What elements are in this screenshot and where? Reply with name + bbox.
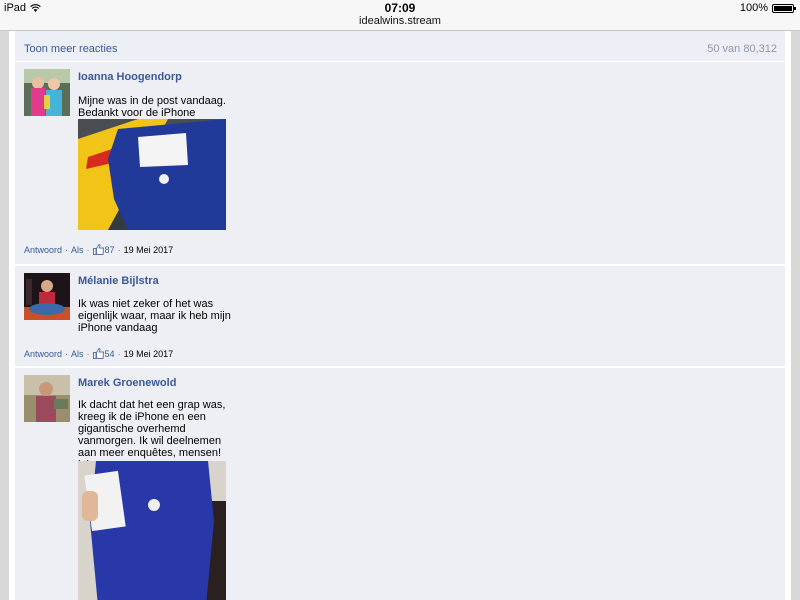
comment-text: Mijne was in de post vandaag. Bedankt vo…	[78, 95, 226, 119]
battery-icon	[772, 3, 796, 13]
like-link[interactable]: Als	[71, 245, 84, 255]
separator-dot: ·	[65, 348, 69, 359]
thumbs-up-icon	[92, 348, 104, 359]
battery-fill	[774, 5, 792, 11]
thumbs-up-icon	[92, 244, 104, 255]
comment-item: Ioanna Hoogendorp Mijne was in de post v…	[15, 62, 785, 266]
comment-actions: Antwoord · Als · 54 · 19 Mei 2017	[24, 348, 173, 359]
separator-dot: ·	[86, 244, 90, 255]
like-link[interactable]: Als	[71, 349, 84, 359]
comment-author[interactable]: Mélanie Bijlstra	[78, 275, 159, 287]
avatar[interactable]	[24, 375, 70, 422]
battery-percent: 100%	[739, 2, 768, 14]
separator-dot: ·	[117, 244, 121, 255]
page-content: Toon meer reacties 50 van 80,312 Ioanna …	[9, 31, 791, 600]
comment-photo[interactable]	[78, 119, 226, 230]
comments-header: Toon meer reacties 50 van 80,312	[15, 31, 785, 62]
like-count: 87	[104, 244, 115, 255]
separator-dot: ·	[117, 348, 121, 359]
comment-item: Mélanie Bijlstra Ik was niet zeker of he…	[15, 266, 785, 368]
reply-link[interactable]: Antwoord	[24, 349, 62, 359]
avatar[interactable]	[24, 69, 70, 116]
comment-actions: Antwoord · Als · 87 · 19 Mei 2017	[24, 244, 173, 255]
comment-item: Marek Groenewold Ik dacht dat het een gr…	[15, 368, 785, 600]
comment-date: 19 Mei 2017	[123, 348, 174, 359]
avatar[interactable]	[24, 273, 70, 320]
like-count: 54	[104, 348, 115, 359]
url-bar[interactable]: idealwins.stream	[0, 16, 800, 31]
separator-dot: ·	[65, 244, 69, 255]
show-more-comments-link[interactable]: Toon meer reacties	[24, 43, 118, 55]
comment-date: 19 Mei 2017	[123, 244, 174, 255]
comment-photo[interactable]	[78, 461, 226, 600]
reply-link[interactable]: Antwoord	[24, 245, 62, 255]
comment-count: 50 van 80,312	[707, 43, 777, 55]
separator-dot: ·	[86, 348, 90, 359]
status-bar: iPad 07:09 100%	[0, 0, 800, 16]
comments-panel: Toon meer reacties 50 van 80,312 Ioanna …	[15, 31, 785, 600]
clock: 07:09	[384, 1, 416, 15]
url-text[interactable]: idealwins.stream	[359, 15, 441, 27]
comment-text: Ik was niet zeker of het was eigenlijk w…	[78, 298, 231, 334]
comment-author[interactable]: Ioanna Hoogendorp	[78, 71, 182, 83]
comment-author[interactable]: Marek Groenewold	[78, 377, 176, 389]
